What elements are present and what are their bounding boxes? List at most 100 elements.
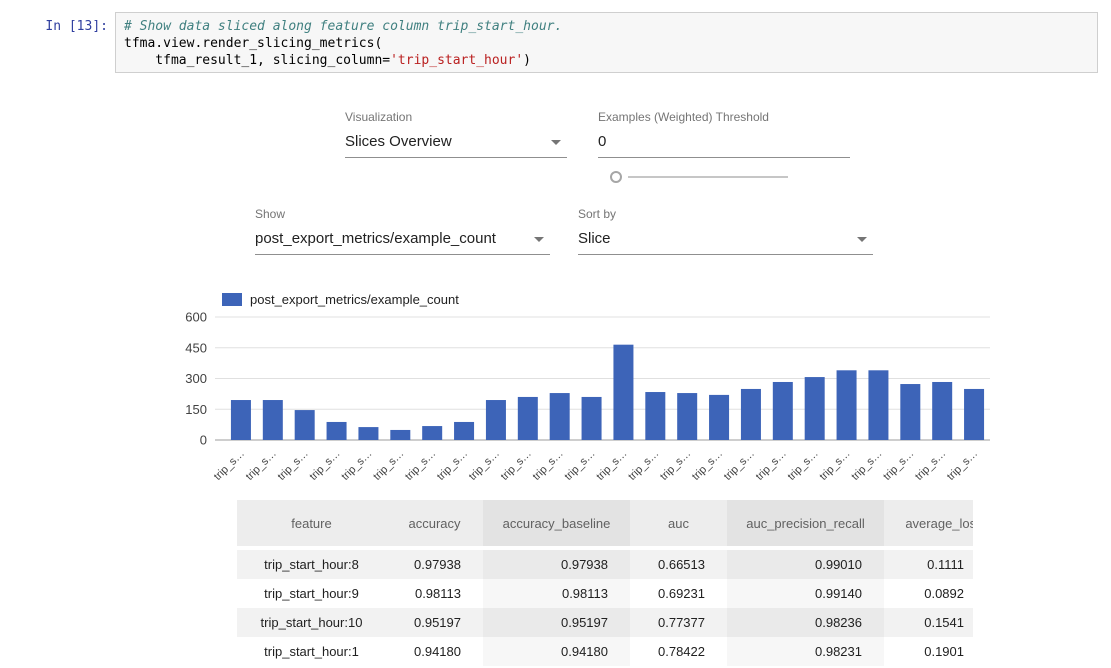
code-text: ) — [523, 53, 531, 68]
threshold-label: Examples (Weighted) Threshold — [598, 110, 850, 124]
bar[interactable] — [263, 400, 283, 440]
slider-track — [628, 176, 788, 178]
bar[interactable] — [231, 400, 251, 440]
y-axis-tick: 150 — [185, 402, 207, 417]
show-value: post_export_metrics/example_count — [255, 230, 496, 247]
x-axis-label: trip_s… — [244, 448, 279, 483]
metric-cell: 0.0892 — [884, 579, 973, 608]
x-axis-label: trip_s… — [435, 448, 470, 483]
x-axis-label: trip_s… — [276, 448, 311, 483]
bar[interactable] — [868, 370, 888, 440]
chevron-down-icon — [857, 237, 867, 242]
x-axis-label: trip_s… — [722, 448, 757, 483]
y-axis-tick: 600 — [185, 310, 207, 325]
metric-cell: 0.94180 — [483, 637, 630, 666]
bar[interactable] — [773, 382, 793, 440]
column-header-accuracy_baseline[interactable]: accuracy_baseline — [483, 500, 630, 550]
bar[interactable] — [645, 392, 665, 440]
bar[interactable] — [518, 397, 538, 440]
threshold-input[interactable] — [598, 127, 850, 158]
metric-cell: 0.99140 — [727, 579, 884, 608]
metric-cell: 0.77377 — [630, 608, 727, 637]
feature-cell: trip_start_hour:1 — [237, 637, 386, 666]
feature-cell: trip_start_hour:9 — [237, 579, 386, 608]
x-axis-label: trip_s… — [754, 448, 789, 483]
metric-cell: 0.69231 — [630, 579, 727, 608]
bar[interactable] — [390, 430, 410, 440]
table-row[interactable]: trip_start_hour:90.981130.981130.692310.… — [237, 579, 973, 608]
bar[interactable] — [486, 400, 506, 440]
visualization-label: Visualization — [345, 110, 567, 124]
bar[interactable] — [582, 397, 602, 440]
metric-cell: 0.98236 — [727, 608, 884, 637]
bar[interactable] — [741, 389, 761, 440]
x-axis-label: trip_s… — [690, 448, 725, 483]
bar[interactable] — [295, 410, 315, 440]
slider-knob[interactable] — [610, 171, 622, 183]
metric-cell: 0.98113 — [386, 579, 483, 608]
visualization-value: Slices Overview — [345, 133, 452, 150]
bar[interactable] — [709, 395, 729, 440]
bar[interactable] — [677, 393, 697, 440]
table-row[interactable]: trip_start_hour:10.941800.941800.784220.… — [237, 637, 973, 666]
sort-select[interactable]: Slice — [578, 224, 873, 255]
bar[interactable] — [422, 426, 442, 440]
code-string: 'trip_start_hour' — [390, 53, 523, 68]
column-header-accuracy[interactable]: accuracy — [386, 500, 483, 550]
x-axis-label: trip_s… — [594, 448, 629, 483]
visualization-control: Visualization Slices Overview — [345, 110, 567, 158]
metric-cell: 0.1111 — [884, 550, 973, 579]
code-text: tfma_result_1, slicing_column= — [124, 53, 390, 68]
show-control: Show post_export_metrics/example_count — [255, 207, 550, 255]
column-header-auc[interactable]: auc — [630, 500, 727, 550]
metric-cell: 0.1901 — [884, 637, 973, 666]
bar[interactable] — [837, 370, 857, 440]
bar[interactable] — [900, 384, 920, 440]
bar[interactable] — [932, 382, 952, 440]
table-row[interactable]: trip_start_hour:100.951970.951970.773770… — [237, 608, 973, 637]
bar[interactable] — [805, 377, 825, 440]
sort-label: Sort by — [578, 207, 873, 221]
bar[interactable] — [613, 345, 633, 440]
table-header-row: featureaccuracyaccuracy_baselineaucauc_p… — [237, 500, 973, 550]
visualization-select[interactable]: Slices Overview — [345, 127, 567, 158]
column-header-feature[interactable]: feature — [237, 500, 386, 550]
bar[interactable] — [454, 422, 474, 440]
x-axis-label: trip_s… — [913, 448, 948, 483]
x-axis-label: trip_s… — [626, 448, 661, 483]
column-header-auc_precision_recall[interactable]: auc_precision_recall — [727, 500, 884, 550]
table-row[interactable]: trip_start_hour:80.979380.979380.665130.… — [237, 550, 973, 579]
chevron-down-icon — [534, 237, 544, 242]
chevron-down-icon — [551, 140, 561, 145]
metric-cell: 0.95197 — [483, 608, 630, 637]
column-header-average_loss[interactable]: average_loss — [884, 500, 973, 550]
x-axis-label: trip_s… — [531, 448, 566, 483]
metric-cell: 0.97938 — [483, 550, 630, 579]
feature-cell: trip_start_hour:10 — [237, 608, 386, 637]
code-cell[interactable]: # Show data sliced along feature column … — [115, 12, 1098, 73]
x-axis-label: trip_s… — [562, 448, 597, 483]
bar[interactable] — [358, 427, 378, 440]
y-axis-tick: 0 — [200, 433, 207, 448]
x-axis-label: trip_s… — [499, 448, 534, 483]
y-axis-tick: 300 — [185, 371, 207, 386]
x-axis-label: trip_s… — [945, 448, 980, 483]
threshold-slider[interactable] — [604, 170, 790, 184]
bar[interactable] — [327, 422, 347, 440]
metric-cell: 0.98113 — [483, 579, 630, 608]
show-select[interactable]: post_export_metrics/example_count — [255, 224, 550, 255]
metric-cell: 0.98231 — [727, 637, 884, 666]
code-line-2: tfma.view.render_slicing_metrics( — [124, 35, 1089, 52]
bar[interactable] — [964, 389, 984, 440]
x-axis-label: trip_s… — [817, 448, 852, 483]
metric-cell: 0.78422 — [630, 637, 727, 666]
bar-chart: 0150300450600trip_s…trip_s…trip_s…trip_s… — [185, 300, 1000, 495]
bar[interactable] — [550, 393, 570, 440]
metric-cell: 0.66513 — [630, 550, 727, 579]
x-axis-label: trip_s… — [786, 448, 821, 483]
x-axis-label: trip_s… — [371, 448, 406, 483]
threshold-control: Examples (Weighted) Threshold — [598, 110, 850, 158]
x-axis-label: trip_s… — [339, 448, 374, 483]
notebook-page: In [13]: # Show data sliced along featur… — [0, 0, 1111, 668]
sort-control: Sort by Slice — [578, 207, 873, 255]
